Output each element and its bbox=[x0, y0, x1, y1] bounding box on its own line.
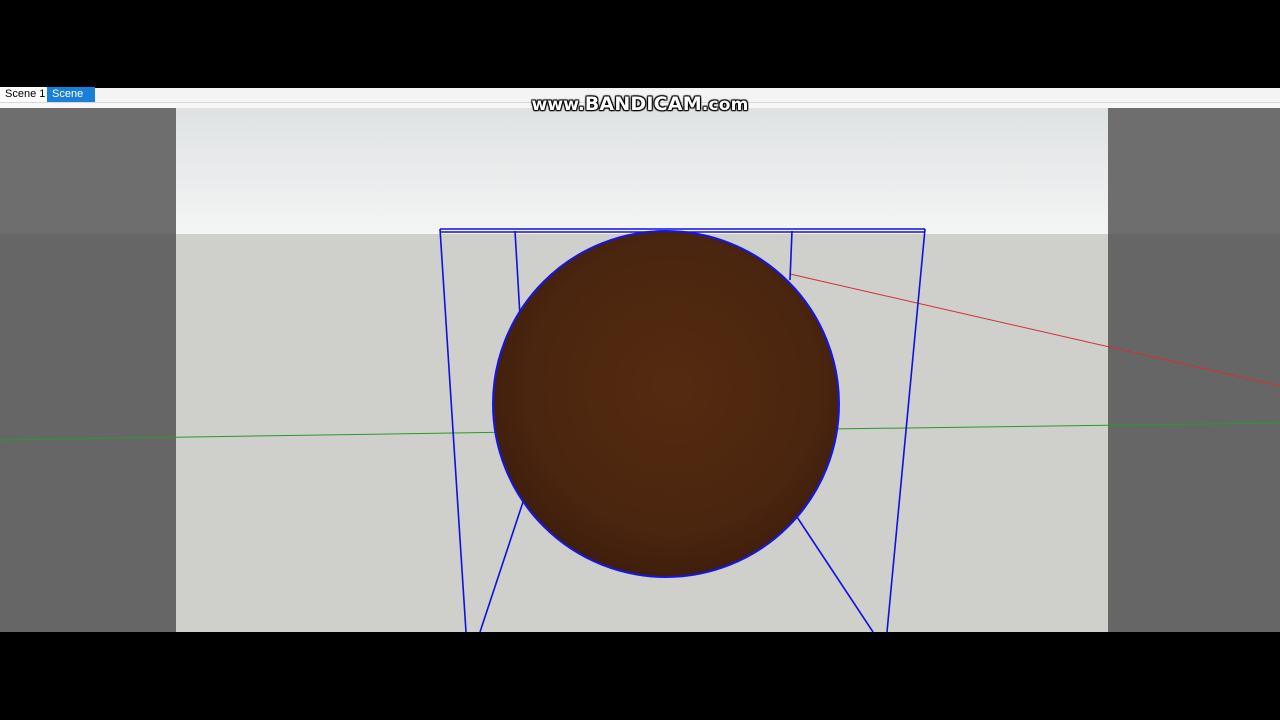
recording-watermark: www.BANDICAM.com bbox=[0, 93, 1280, 115]
dim-area-right-top bbox=[1108, 108, 1280, 234]
letterbox-bottom bbox=[0, 632, 1280, 720]
3d-viewport[interactable] bbox=[0, 108, 1280, 632]
watermark-suffix: .com bbox=[701, 95, 749, 115]
sphere[interactable] bbox=[492, 230, 840, 578]
dim-area-right-bottom bbox=[1108, 234, 1280, 632]
watermark-brand: BANDICAM bbox=[584, 93, 702, 115]
model-canvas[interactable] bbox=[0, 108, 1280, 632]
letterbox-top bbox=[0, 0, 1280, 88]
watermark-prefix: www. bbox=[531, 95, 585, 115]
sky bbox=[176, 108, 1108, 234]
dim-area-left-bottom bbox=[0, 234, 176, 632]
dim-area-left-top bbox=[0, 108, 176, 234]
